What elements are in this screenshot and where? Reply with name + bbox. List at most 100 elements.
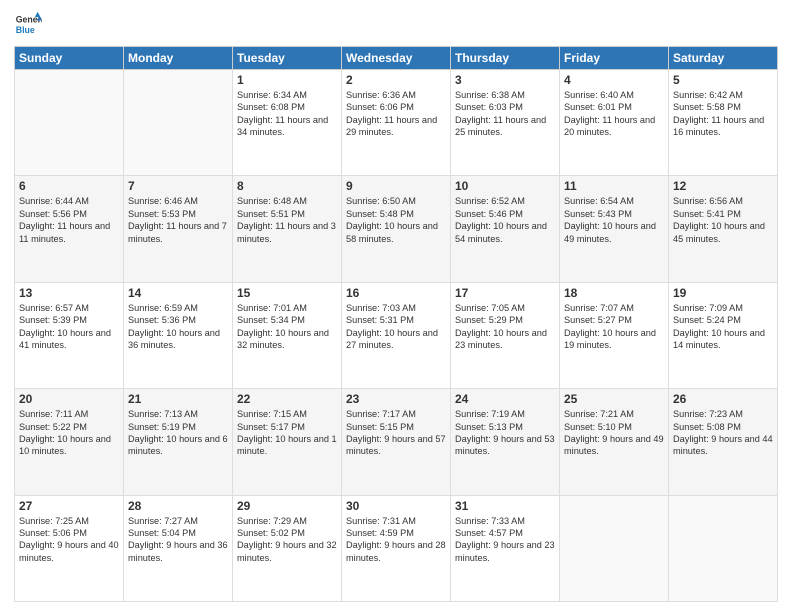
day-header-sunday: Sunday (15, 47, 124, 70)
calendar-week-5: 27Sunrise: 7:25 AMSunset: 5:06 PMDayligh… (15, 495, 778, 601)
calendar-cell: 6Sunrise: 6:44 AMSunset: 5:56 PMDaylight… (15, 176, 124, 282)
cell-info: Sunrise: 6:38 AMSunset: 6:03 PMDaylight:… (455, 89, 555, 139)
calendar-week-2: 6Sunrise: 6:44 AMSunset: 5:56 PMDaylight… (15, 176, 778, 282)
cell-info: Sunrise: 7:31 AMSunset: 4:59 PMDaylight:… (346, 515, 446, 565)
logo-icon: General Blue (14, 10, 42, 38)
calendar-cell: 27Sunrise: 7:25 AMSunset: 5:06 PMDayligh… (15, 495, 124, 601)
calendar-cell: 20Sunrise: 7:11 AMSunset: 5:22 PMDayligh… (15, 389, 124, 495)
calendar-cell: 21Sunrise: 7:13 AMSunset: 5:19 PMDayligh… (124, 389, 233, 495)
day-number: 2 (346, 73, 446, 87)
calendar-header-row: SundayMondayTuesdayWednesdayThursdayFrid… (15, 47, 778, 70)
cell-info: Sunrise: 7:33 AMSunset: 4:57 PMDaylight:… (455, 515, 555, 565)
calendar-cell: 29 Sunrise: 7:29 AMSunset: 5:02 PMDayligh… (233, 495, 342, 601)
cell-info: Sunrise: 7:15 AMSunset: 5:17 PMDaylight:… (237, 408, 337, 458)
day-header-saturday: Saturday (669, 47, 778, 70)
calendar-cell (669, 495, 778, 601)
calendar-cell: 14 Sunrise: 6:59 AMSunset: 5:36 PMDayligh… (124, 282, 233, 388)
calendar-cell: 10 Sunrise: 6:52 AMSunset: 5:46 PMDayligh… (451, 176, 560, 282)
day-number: 12 (673, 179, 773, 193)
cell-info: Sunrise: 7:27 AMSunset: 5:04 PMDaylight:… (128, 515, 228, 565)
calendar-cell: 23Sunrise: 7:17 AMSunset: 5:15 PMDayligh… (342, 389, 451, 495)
calendar-week-3: 13 Sunrise: 6:57 AMSunset: 5:39 PMDayligh… (15, 282, 778, 388)
calendar-cell: 26 Sunrise: 7:23 AMSunset: 5:08 PMDayligh… (669, 389, 778, 495)
day-number: 30 (346, 499, 446, 513)
calendar-cell: 3 Sunrise: 6:38 AMSunset: 6:03 PMDaylight… (451, 70, 560, 176)
day-number: 5 (673, 73, 773, 87)
calendar-cell (124, 70, 233, 176)
day-number: 17 (455, 286, 555, 300)
calendar-cell: 24Sunrise: 7:19 AMSunset: 5:13 PMDayligh… (451, 389, 560, 495)
day-number: 18 (564, 286, 664, 300)
header: General Blue (14, 10, 778, 38)
cell-info: Sunrise: 7:19 AMSunset: 5:13 PMDaylight:… (455, 408, 555, 458)
calendar-cell (560, 495, 669, 601)
calendar-cell: 13 Sunrise: 6:57 AMSunset: 5:39 PMDayligh… (15, 282, 124, 388)
cell-info: Sunrise: 7:09 AMSunset: 5:24 PMDaylight:… (673, 302, 773, 352)
day-number: 14 (128, 286, 228, 300)
calendar-cell: 9 Sunrise: 6:50 AMSunset: 5:48 PMDaylight… (342, 176, 451, 282)
calendar-cell: 8 Sunrise: 6:48 AMSunset: 5:51 PMDaylight… (233, 176, 342, 282)
cell-info: Sunrise: 7:01 AMSunset: 5:34 PMDaylight:… (237, 302, 337, 352)
svg-text:Blue: Blue (16, 25, 35, 35)
calendar-cell: 12 Sunrise: 6:56 AMSunset: 5:41 PMDayligh… (669, 176, 778, 282)
day-number: 22 (237, 392, 337, 406)
day-number: 31 (455, 499, 555, 513)
day-header-monday: Monday (124, 47, 233, 70)
day-number: 1 (237, 73, 337, 87)
day-number: 15 (237, 286, 337, 300)
calendar-cell: 1 Sunrise: 6:34 AMSunset: 6:08 PMDaylight… (233, 70, 342, 176)
day-number: 27 (19, 499, 119, 513)
cell-info: Sunrise: 6:48 AMSunset: 5:51 PMDaylight:… (237, 195, 337, 245)
day-number: 10 (455, 179, 555, 193)
day-number: 4 (564, 73, 664, 87)
day-number: 13 (19, 286, 119, 300)
page: General Blue SundayMondayTuesdayWednesda… (0, 0, 792, 612)
calendar-cell: 2Sunrise: 6:36 AMSunset: 6:06 PMDaylight… (342, 70, 451, 176)
cell-info: Sunrise: 6:56 AMSunset: 5:41 PMDaylight:… (673, 195, 773, 245)
cell-info: Sunrise: 6:42 AMSunset: 5:58 PMDaylight:… (673, 89, 773, 139)
cell-info: Sunrise: 6:50 AMSunset: 5:48 PMDaylight:… (346, 195, 446, 245)
cell-info: Sunrise: 7:07 AMSunset: 5:27 PMDaylight:… (564, 302, 664, 352)
day-number: 3 (455, 73, 555, 87)
day-number: 26 (673, 392, 773, 406)
cell-info: Sunrise: 6:54 AMSunset: 5:43 PMDaylight:… (564, 195, 664, 245)
day-number: 28 (128, 499, 228, 513)
day-header-wednesday: Wednesday (342, 47, 451, 70)
cell-info: Sunrise: 6:44 AMSunset: 5:56 PMDaylight:… (19, 195, 119, 245)
calendar-cell: 5 Sunrise: 6:42 AMSunset: 5:58 PMDaylight… (669, 70, 778, 176)
calendar-cell: 4 Sunrise: 6:40 AMSunset: 6:01 PMDaylight… (560, 70, 669, 176)
cell-info: Sunrise: 7:05 AMSunset: 5:29 PMDaylight:… (455, 302, 555, 352)
calendar-cell: 7 Sunrise: 6:46 AMSunset: 5:53 PMDaylight… (124, 176, 233, 282)
calendar-cell: 16 Sunrise: 7:03 AMSunset: 5:31 PMDayligh… (342, 282, 451, 388)
day-number: 9 (346, 179, 446, 193)
calendar-table: SundayMondayTuesdayWednesdayThursdayFrid… (14, 46, 778, 602)
calendar-cell (15, 70, 124, 176)
cell-info: Sunrise: 6:40 AMSunset: 6:01 PMDaylight:… (564, 89, 664, 139)
calendar-cell: 30 Sunrise: 7:31 AMSunset: 4:59 PMDayligh… (342, 495, 451, 601)
day-number: 8 (237, 179, 337, 193)
day-number: 25 (564, 392, 664, 406)
cell-info: Sunrise: 7:21 AMSunset: 5:10 PMDaylight:… (564, 408, 664, 458)
calendar-cell: 15 Sunrise: 7:01 AMSunset: 5:34 PMDayligh… (233, 282, 342, 388)
cell-info: Sunrise: 6:46 AMSunset: 5:53 PMDaylight:… (128, 195, 228, 245)
cell-info: Sunrise: 6:34 AMSunset: 6:08 PMDaylight:… (237, 89, 337, 139)
day-number: 29 (237, 499, 337, 513)
calendar-week-1: 1 Sunrise: 6:34 AMSunset: 6:08 PMDaylight… (15, 70, 778, 176)
calendar-cell: 19 Sunrise: 7:09 AMSunset: 5:24 PMDayligh… (669, 282, 778, 388)
cell-info: Sunrise: 7:03 AMSunset: 5:31 PMDaylight:… (346, 302, 446, 352)
cell-info: Sunrise: 7:17 AMSunset: 5:15 PMDaylight:… (346, 408, 446, 458)
cell-info: Sunrise: 6:57 AMSunset: 5:39 PMDaylight:… (19, 302, 119, 352)
calendar-cell: 17 Sunrise: 7:05 AMSunset: 5:29 PMDayligh… (451, 282, 560, 388)
day-number: 7 (128, 179, 228, 193)
cell-info: Sunrise: 6:59 AMSunset: 5:36 PMDaylight:… (128, 302, 228, 352)
calendar-week-4: 20Sunrise: 7:11 AMSunset: 5:22 PMDayligh… (15, 389, 778, 495)
day-header-thursday: Thursday (451, 47, 560, 70)
cell-info: Sunrise: 6:52 AMSunset: 5:46 PMDaylight:… (455, 195, 555, 245)
day-number: 16 (346, 286, 446, 300)
calendar-cell: 31 Sunrise: 7:33 AMSunset: 4:57 PMDayligh… (451, 495, 560, 601)
cell-info: Sunrise: 7:29 AMSunset: 5:02 PMDaylight:… (237, 515, 337, 565)
calendar-cell: 28 Sunrise: 7:27 AMSunset: 5:04 PMDayligh… (124, 495, 233, 601)
cell-info: Sunrise: 7:11 AMSunset: 5:22 PMDaylight:… (19, 408, 119, 458)
day-number: 19 (673, 286, 773, 300)
cell-info: Sunrise: 7:23 AMSunset: 5:08 PMDaylight:… (673, 408, 773, 458)
